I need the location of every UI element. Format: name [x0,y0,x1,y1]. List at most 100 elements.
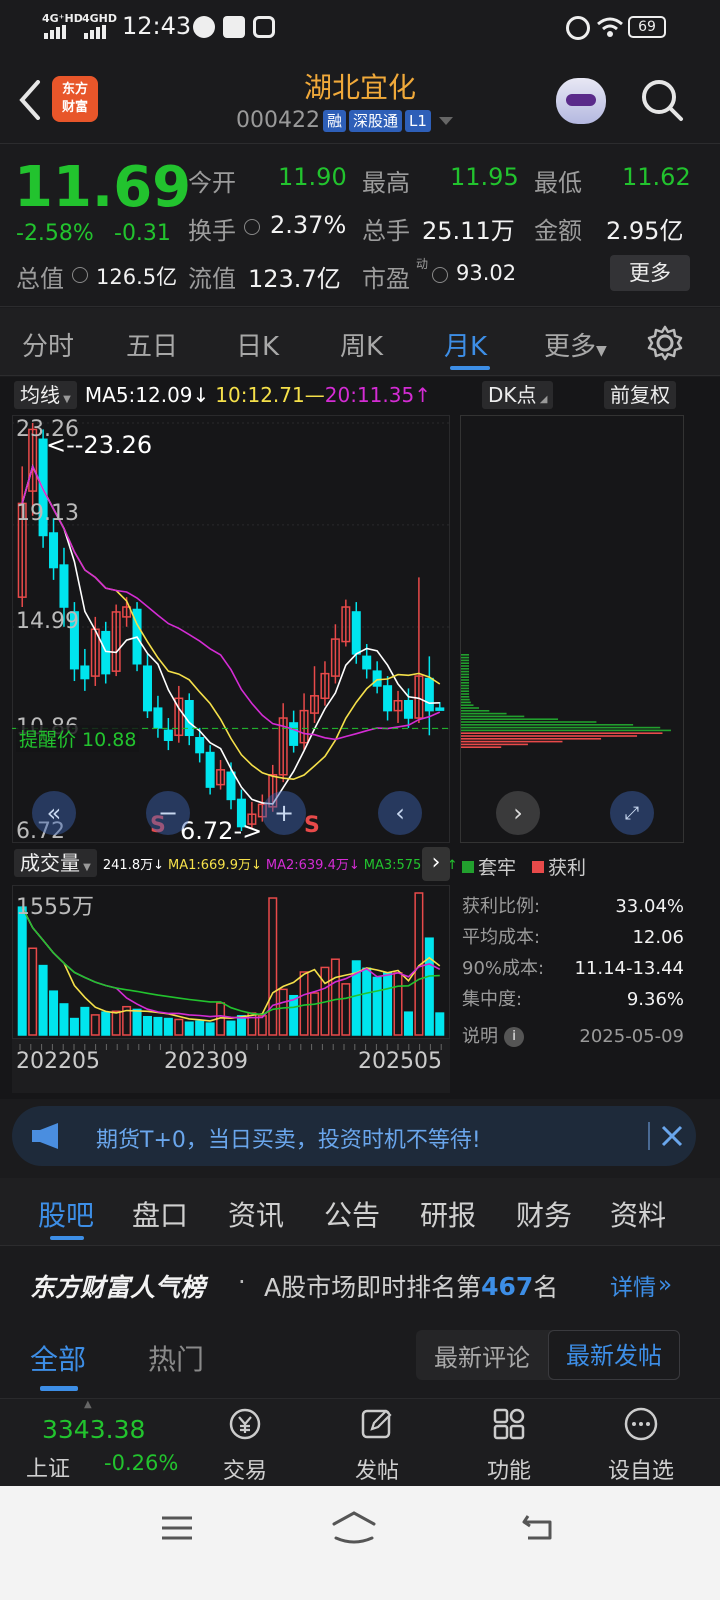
status-bar: 4G⁺HD 4GHD 12:43 69 [0,0,720,56]
tab-research[interactable]: 研报 [420,1194,476,1234]
dk-point-selector[interactable]: DK点 ◢ [482,381,554,409]
menu-icon[interactable] [160,1514,194,1542]
dropdown-triangle-icon: ▼ [60,394,71,405]
tab-announcements[interactable]: 公告 [324,1194,380,1234]
volume-bar [226,1020,236,1036]
y-axis-label-2: 19.13 [16,501,79,526]
popularity-rank-row[interactable]: 东方财富人气榜 · A股市场即时排名第 467 名 详情 » [0,1248,720,1324]
nav-post[interactable]: 发帖 [332,1405,422,1485]
alert-price-label[interactable]: 提醒价 10.88 [16,725,140,752]
volume-bar [69,1017,79,1036]
market-cap-value: 126.5亿 [96,265,178,289]
ad-banner[interactable]: 期货T+0，当日买卖，投资时机不等待! [12,1106,696,1166]
min-price-marker: 6.72-> [180,817,263,845]
robot-assistant-icon[interactable] [556,78,606,124]
stat-label: 90%成本: [462,958,545,979]
chip-bar [461,698,470,701]
tab-order-book[interactable]: 盘口 [132,1194,188,1234]
sell-marker: S [304,813,320,838]
ma-selector[interactable]: 均线 ▼ [14,381,77,409]
chip-distribution-panel [460,415,684,843]
chip-prev-button[interactable]: › [496,791,540,835]
zoom-out-button[interactable]: − [146,791,190,835]
stat-label: 集中度: [462,989,523,1010]
amount-value: 2.95亿 [606,217,684,245]
volume-bar [310,992,320,1036]
chip-bar [461,701,471,704]
pe-label: 市盈 [362,265,410,293]
level-tag: L1 [405,109,431,132]
tab-weekly-k[interactable]: 周K [340,326,383,363]
float-cap-value: 123.7亿 [248,265,341,293]
close-icon[interactable] [660,1124,684,1148]
tab-five-day[interactable]: 五日 [126,326,178,363]
double-chevron-left-icon: « [46,799,62,827]
chip-bar [461,684,470,687]
home-icon[interactable] [330,1510,378,1544]
adjust-selector[interactable]: 前复权 [604,381,676,409]
tab-news[interactable]: 资讯 [228,1194,284,1234]
sort-latest-comment[interactable]: 最新评论 [416,1338,548,1373]
chip-note-button[interactable]: 说明 i [462,1021,524,1052]
tab-hot-posts[interactable]: 热门 [148,1338,204,1378]
volume-ma1: MA1:669.9万↓ [167,857,262,873]
more-button[interactable]: 更多 [610,255,690,291]
volume-selector[interactable]: 成交量 ▼ [14,849,97,877]
content-tabs: 股吧 盘口 资讯 公告 研报 财务 资料 [0,1178,720,1246]
ma-legend-row: 均线 ▼ MA5:12.09↓ 10:12.71— 20:11.35↑ [14,381,431,409]
volume-bar [236,1015,246,1036]
ma10-value: 10:12.71— [215,383,325,407]
dropdown-triangle-icon [438,116,453,125]
market-cap-label: 总值 [16,265,64,293]
index-value[interactable]: 3343.38 [42,1415,145,1444]
tab-profile[interactable]: 资料 [610,1194,666,1234]
settings-gear-icon[interactable] [646,324,684,362]
stock-code-row[interactable]: 000422 融 深股通 L1 [236,108,455,133]
tab-intraday[interactable]: 分时 [22,326,74,363]
active-tab-indicator [50,1236,84,1240]
zoom-in-button[interactable]: + [262,791,306,835]
volume-bar [80,1006,90,1036]
chip-bar [461,682,470,684]
change-amount: -0.31 [114,221,171,246]
indicator-next-button[interactable]: › [422,847,450,881]
volume-bar [174,1018,184,1036]
volume-bar [132,1008,142,1036]
nav-add-watchlist[interactable]: 设自选 [596,1405,686,1485]
search-icon[interactable] [640,78,684,122]
signal-icon [84,25,106,39]
nav-functions-label: 功能 [486,1459,531,1484]
volume-value: 25.11万 [422,217,515,245]
chip-bar [461,679,470,681]
volume-bar [393,972,403,1036]
info-icon[interactable] [244,219,260,235]
tab-financials[interactable]: 财务 [516,1194,572,1234]
battery-level: 69 [638,19,656,35]
sort-latest-post[interactable]: 最新发帖 [548,1330,680,1380]
info-icon[interactable] [72,267,88,283]
active-tab-indicator [40,1386,78,1391]
rank-detail-link[interactable]: 详情 » [610,1268,672,1302]
scroll-left-button[interactable]: ‹ [378,791,422,835]
nav-add-watchlist-label: 设自选 [607,1459,674,1484]
tab-daily-k[interactable]: 日K [236,326,279,363]
volume-ma2: MA2:639.4万↓ [265,857,360,873]
chevron-right-icon: › [431,850,441,875]
nav-trade[interactable]: 交易 [200,1405,290,1485]
turnover-value: 2.37% [270,211,347,239]
chip-bar [461,662,469,664]
volume-bar [142,1015,152,1036]
info-icon[interactable] [432,267,448,283]
tab-all-posts[interactable]: 全部 [30,1338,86,1378]
chip-stats: 获利比例: 33.04% 平均成本: 12.06 90%成本: 11.14-13.44… [462,891,684,1052]
chip-expand-button[interactable]: ⤢ [610,791,654,835]
tab-monthly-k[interactable]: 月K [444,326,487,363]
nav-functions[interactable]: 功能 [464,1405,554,1485]
chip-bar [461,735,638,737]
back-icon[interactable] [520,1512,556,1542]
tab-forum[interactable]: 股吧 [38,1194,94,1234]
scroll-left-fast-button[interactable]: « [32,791,76,835]
tab-more[interactable]: 更多▼ [544,326,607,363]
trapped-legend-swatch [462,860,474,873]
chip-bar [461,693,470,695]
